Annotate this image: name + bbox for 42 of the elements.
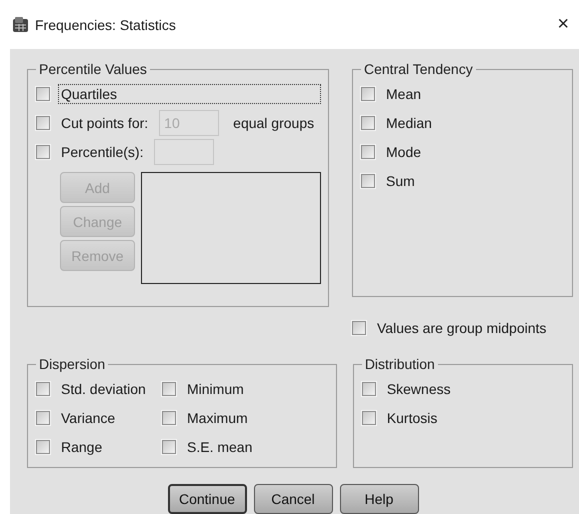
checkbox-label: Mean bbox=[385, 84, 422, 104]
checkbox-label: Kurtosis bbox=[386, 408, 438, 428]
checkbox-label: Sum bbox=[385, 172, 416, 190]
checkbox-label: Maximum bbox=[186, 408, 249, 428]
checkbox[interactable] bbox=[162, 440, 176, 454]
checkbox-label: Cut points for: bbox=[60, 114, 150, 132]
checkbox-label: Percentile(s): bbox=[60, 142, 144, 162]
checkbox[interactable] bbox=[36, 440, 50, 454]
checkbox[interactable] bbox=[362, 410, 376, 424]
checkbox[interactable] bbox=[361, 144, 375, 158]
checkbox[interactable] bbox=[361, 116, 375, 130]
checkbox[interactable] bbox=[36, 410, 50, 424]
checkbox-label: Values are group midpoints bbox=[376, 318, 548, 338]
checkbox-label: Range bbox=[60, 438, 104, 456]
checkbox[interactable] bbox=[361, 174, 375, 188]
table-icon bbox=[12, 16, 29, 33]
checkbox[interactable] bbox=[36, 382, 50, 396]
checkbox[interactable] bbox=[36, 86, 50, 100]
group-title: Percentile Values bbox=[38, 61, 148, 77]
percentile-list[interactable] bbox=[141, 172, 321, 284]
checkbox-label: Std. deviation bbox=[60, 380, 147, 398]
group-title: Dispersion bbox=[38, 356, 106, 372]
field-suffix: equal groups bbox=[233, 114, 314, 130]
close-button[interactable]: × bbox=[557, 13, 569, 36]
checkbox-label: Variance bbox=[60, 408, 116, 428]
checkbox-label: Minimum bbox=[186, 380, 245, 398]
checkbox[interactable] bbox=[362, 382, 376, 396]
checkbox-label: Median bbox=[385, 114, 433, 132]
checkbox[interactable] bbox=[162, 410, 176, 424]
dialog-button[interactable]: Continue bbox=[168, 484, 246, 514]
checkbox[interactable] bbox=[361, 86, 375, 100]
checkbox-label: Mode bbox=[385, 142, 422, 162]
checkbox-label: S.E. mean bbox=[186, 438, 254, 456]
window-title: Frequencies: Statistics bbox=[35, 16, 177, 32]
checkbox-label: Quartiles bbox=[58, 84, 321, 104]
group-title: Distribution bbox=[364, 356, 436, 372]
dialog-button[interactable]: Cancel bbox=[254, 484, 332, 514]
checkbox[interactable] bbox=[162, 382, 176, 396]
checkbox-label: Skewness bbox=[386, 380, 452, 398]
group-title: Central Tendency bbox=[363, 61, 474, 77]
dialog-button[interactable]: Help bbox=[340, 484, 418, 514]
checkbox[interactable] bbox=[352, 320, 366, 334]
